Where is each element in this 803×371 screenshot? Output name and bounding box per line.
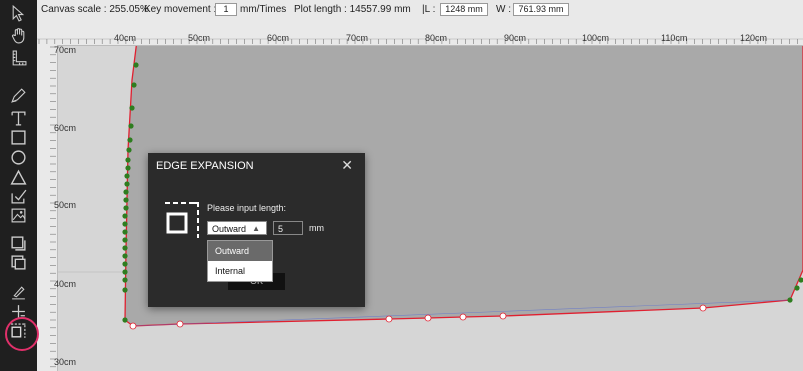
ruler-label-40cm-v: 40cm bbox=[54, 279, 77, 289]
rectangle-icon[interactable] bbox=[0, 126, 37, 148]
option-internal[interactable]: Internal bbox=[208, 261, 272, 281]
circle-icon[interactable] bbox=[0, 146, 37, 168]
ruler-label-100cm: 100cm bbox=[582, 33, 610, 43]
highlight-circle bbox=[5, 317, 39, 351]
edge-expansion-dialog-icon bbox=[165, 202, 201, 238]
image-icon[interactable] bbox=[0, 204, 37, 226]
ruler-label-60cm: 60cm bbox=[267, 33, 290, 43]
length-input[interactable]: 5 bbox=[273, 221, 303, 235]
ruler-label-120cm: 120cm bbox=[740, 33, 768, 43]
close-icon[interactable]: ✕ bbox=[341, 157, 353, 174]
canvas-scale-text: Canvas scale : 255.05% bbox=[41, 4, 149, 15]
ruler-label-70cm: 70cm bbox=[346, 33, 369, 43]
left-toolbar bbox=[0, 0, 39, 371]
ruler-label-40cm: 40cm bbox=[114, 33, 137, 43]
info-bar: Canvas scale : 255.05% Key movement : 1 … bbox=[37, 0, 803, 20]
key-movement-input[interactable]: 1 bbox=[215, 3, 237, 16]
horizontal-ruler: 40cm 50cm 60cm 70cm 80cm 90cm 100cm 110c… bbox=[37, 20, 803, 46]
direction-select[interactable]: Outward ▲ bbox=[207, 221, 267, 235]
length-input[interactable]: 1248 mm bbox=[440, 3, 488, 16]
plot-length-text: Plot length : 14557.99 mm bbox=[294, 4, 411, 15]
ruler-label-50cm: 50cm bbox=[188, 33, 211, 43]
measure-ruler-icon[interactable] bbox=[0, 47, 37, 69]
ruler-label-80cm: 80cm bbox=[425, 33, 448, 43]
paste-layer-icon[interactable] bbox=[0, 251, 37, 273]
width-label: W : bbox=[496, 4, 511, 15]
ruler-label-70cm-v: 70cm bbox=[54, 45, 77, 55]
direction-dropdown-list: Outward Internal bbox=[207, 240, 273, 282]
ruler-label-30cm-v: 30cm bbox=[54, 357, 77, 367]
option-outward[interactable]: Outward bbox=[208, 241, 272, 261]
hand-pan-icon[interactable] bbox=[0, 24, 37, 46]
length-label: |L : bbox=[422, 4, 436, 15]
key-movement-label: Key movement : bbox=[144, 4, 217, 15]
direction-select-value: Outward bbox=[212, 224, 247, 234]
ruler-label-60cm-v: 60cm bbox=[54, 123, 77, 133]
ruler-label-50cm-v: 50cm bbox=[54, 200, 77, 210]
length-prompt: Please input length: bbox=[207, 203, 287, 213]
key-movement-unit: mm/Times bbox=[240, 4, 287, 15]
ruler-label-110cm: 110cm bbox=[661, 33, 688, 43]
width-input[interactable]: 761.93 mm bbox=[513, 3, 569, 16]
pen-icon[interactable] bbox=[0, 84, 37, 106]
dialog-title: EDGE EXPANSION bbox=[156, 160, 254, 172]
select-arrow-icon[interactable] bbox=[0, 2, 37, 24]
chevron-up-icon: ▲ bbox=[252, 224, 260, 233]
canvas[interactable] bbox=[0, 0, 803, 371]
length-unit: mm bbox=[309, 223, 324, 233]
ruler-label-90cm: 90cm bbox=[504, 33, 527, 43]
edge-expansion-dialog: EDGE EXPANSION ✕ Please input length: Ou… bbox=[148, 153, 365, 307]
